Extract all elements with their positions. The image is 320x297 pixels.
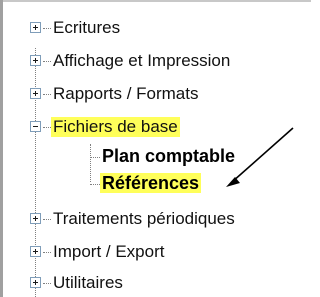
expand-plus-icon[interactable]	[30, 55, 41, 66]
tree-connector	[43, 283, 51, 284]
tree-panel: Ecritures Affichage et Impression Rappor…	[0, 0, 311, 297]
tree-guide-line	[35, 48, 36, 297]
tree-item-label: Rapports / Formats	[53, 84, 199, 103]
tree-connector	[43, 219, 51, 220]
tree-item-label: Traitements périodiques	[53, 209, 235, 228]
tree-item-label: Ecritures	[53, 18, 121, 37]
expand-plus-icon[interactable]	[30, 213, 41, 224]
tree-item-label: Plan comptable	[102, 146, 236, 166]
tree-connector	[43, 94, 51, 95]
tree-connector	[90, 184, 100, 185]
tree-connector	[90, 157, 100, 158]
expand-plus-icon[interactable]	[30, 277, 41, 288]
expand-plus-icon[interactable]	[30, 88, 41, 99]
child-guide-line	[90, 144, 91, 182]
expand-plus-icon[interactable]	[30, 246, 41, 257]
tree-item-label: Import / Export	[53, 242, 165, 261]
tree-item-label: Fichiers de base	[51, 117, 180, 137]
tree-connector	[43, 61, 51, 62]
tree-connector	[43, 28, 51, 29]
tree-item-label: Affichage et Impression	[53, 51, 231, 70]
tree-connector	[43, 127, 51, 128]
tree-view: Ecritures Affichage et Impression Rappor…	[0, 0, 311, 297]
tree-item-label: Références	[100, 173, 202, 193]
expand-plus-icon[interactable]	[30, 22, 41, 33]
collapse-minus-icon[interactable]	[30, 121, 41, 132]
tree-connector	[43, 252, 51, 253]
tree-item-label: Utilitaires	[53, 273, 123, 292]
